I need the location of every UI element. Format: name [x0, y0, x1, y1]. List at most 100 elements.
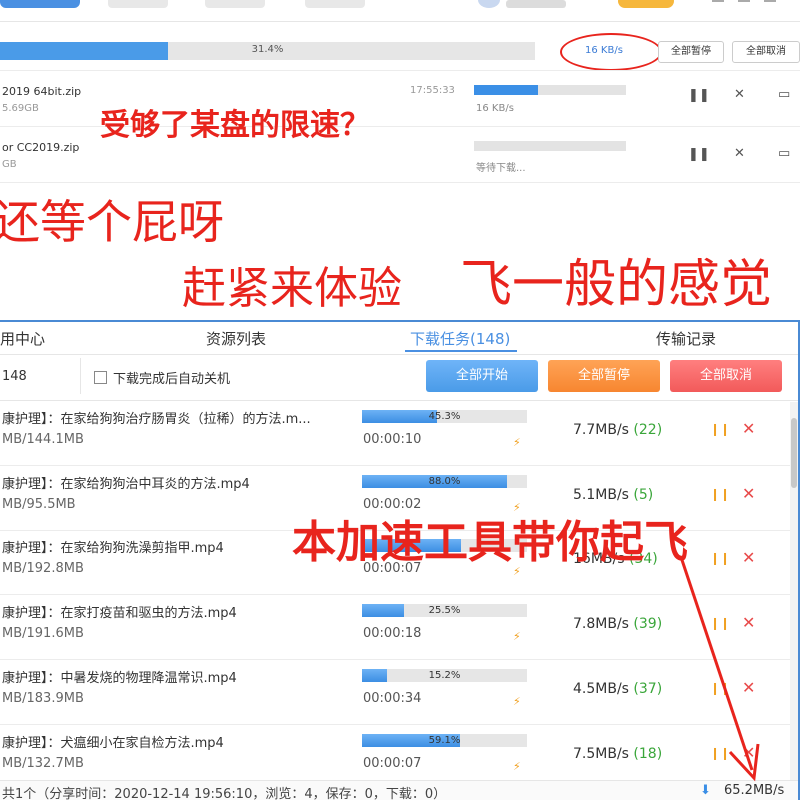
- task-progress-bar: 88.0%: [362, 474, 527, 488]
- task-progress-text: 88.0%: [428, 475, 461, 487]
- file-time: 17:55:33: [410, 85, 455, 96]
- task-speed: 5.1MB/s (5): [573, 487, 653, 503]
- folder-icon[interactable]: ▭: [778, 87, 790, 102]
- task-progress-text: 15.2%: [428, 669, 461, 681]
- task-progress-bar: 45.3%: [362, 410, 527, 423]
- task-title: 康护理】：在家打疫苗和驱虫的方法.mp4: [2, 606, 237, 622]
- pause-icon[interactable]: ❚❚: [688, 147, 710, 162]
- folder-icon[interactable]: ▭: [778, 146, 790, 161]
- pause-all-button[interactable]: 全部暂停: [548, 360, 660, 392]
- task-speed-value: 7.5MB/s: [573, 745, 629, 762]
- username: [506, 0, 566, 8]
- pause-all-button[interactable]: 全部暂停: [658, 41, 724, 63]
- cancel-all-button[interactable]: 全部取消: [732, 41, 800, 63]
- task-progress-text: 59.1%: [428, 734, 461, 746]
- share-info: 共1个（分享时间：2020-12-14 19:56:10，浏览：4，保存：0，下…: [2, 787, 447, 800]
- caption-fly: 飞一般的感觉: [460, 255, 773, 315]
- scrollbar-thumb[interactable]: [791, 418, 797, 488]
- cancel-all-button[interactable]: 全部取消: [670, 360, 782, 392]
- auto-shutdown-checkbox[interactable]: [94, 371, 107, 384]
- close-icon[interactable]: ✕: [734, 146, 745, 161]
- file-status: 等待下载...: [476, 163, 526, 174]
- total-progress-bar: 31.4%: [0, 42, 535, 60]
- task-size: MB/95.5MB: [2, 496, 76, 512]
- task-connections: (39): [633, 616, 663, 633]
- total-progress-text: 31.4%: [251, 44, 284, 55]
- vip-badge[interactable]: [618, 0, 674, 8]
- table-row[interactable]: 康护理】：在家给狗狗治疗肠胃炎（拉稀）的方法.m... MB/144.1MB 45.…: [0, 402, 790, 466]
- file-size: GB: [2, 159, 17, 170]
- task-eta: 00:00:34: [363, 690, 422, 706]
- task-size: MB/191.6MB: [2, 626, 84, 642]
- pause-icon[interactable]: ❙❙: [710, 487, 730, 501]
- task-count: 148: [2, 369, 27, 384]
- divider: [0, 354, 798, 355]
- task-speed-value: 7.7MB/s: [573, 422, 629, 438]
- auto-shutdown-label[interactable]: 下载完成后自动关机: [113, 368, 230, 387]
- task-progress-bar: 25.5%: [362, 604, 527, 618]
- close-x-icon[interactable]: ✕: [742, 419, 755, 438]
- task-speed-value: 7.8MB/s: [573, 616, 629, 633]
- task-title: 康护理】：犬瘟细小在家自检方法.mp4: [2, 735, 224, 751]
- task-title: 康护理】：在家给狗狗洗澡剪指甲.mp4: [2, 541, 224, 557]
- task-speed-value: 5.1MB/s: [573, 486, 629, 503]
- scrollbar[interactable]: [790, 402, 798, 782]
- lightning-icon: ⚡: [513, 759, 521, 773]
- task-speed: 4.5MB/s (37): [573, 681, 662, 697]
- task-size: MB/144.1MB: [2, 432, 84, 447]
- avatar[interactable]: [478, 0, 500, 8]
- file-name: 2019 64bit.zip: [2, 85, 82, 98]
- task-eta: 00:00:07: [363, 755, 422, 771]
- active-tab-indicator[interactable]: [0, 0, 80, 8]
- task-title: 康护理】：在家给狗狗治中耳炎的方法.mp4: [2, 476, 250, 492]
- file-size: 5.69GB: [2, 103, 39, 114]
- nav-tab[interactable]: [108, 0, 168, 8]
- task-speed: 7.5MB/s (18): [573, 746, 662, 762]
- task-connections: (5): [633, 486, 654, 503]
- tab-download-tasks[interactable]: 下载任务(148): [410, 328, 510, 349]
- pause-icon[interactable]: ❚❚: [688, 88, 710, 103]
- close-x-icon[interactable]: ✕: [742, 484, 755, 503]
- pause-icon[interactable]: ❙❙: [710, 422, 730, 436]
- task-speed: 7.7MB/s (22): [573, 422, 662, 438]
- speed-highlight-circle: [560, 33, 662, 71]
- file-name: or CC2019.zip: [2, 141, 80, 154]
- task-eta: 00:00:10: [363, 432, 422, 447]
- task-progress-bar: 15.2%: [362, 668, 527, 682]
- top-nav: [0, 0, 800, 22]
- lightning-icon: ⚡: [513, 694, 521, 708]
- divider: [0, 400, 798, 401]
- task-size: MB/183.9MB: [2, 690, 84, 706]
- task-size: MB/192.8MB: [2, 561, 84, 577]
- task-title: 康护理】：中暑发烧的物理降温常识.mp4: [2, 670, 237, 686]
- nav-tab[interactable]: [305, 0, 365, 8]
- file-progress-bar: [474, 141, 626, 151]
- old-client-panel: 31.4% 16 KB/s 全部暂停 全部取消 2019 64bit.zip 5…: [0, 0, 800, 320]
- lightning-icon: ⚡: [513, 436, 521, 449]
- divider: [0, 182, 800, 183]
- file-progress-bar: [474, 85, 626, 95]
- file-progress-fill: [474, 85, 538, 95]
- start-all-button[interactable]: 全部开始: [426, 360, 538, 392]
- nav-tab[interactable]: [205, 0, 265, 8]
- task-connections: (37): [633, 680, 663, 697]
- task-speed: 7.8MB/s (39): [573, 616, 662, 632]
- task-progress-text: 45.3%: [428, 411, 461, 422]
- tab-transfer-records[interactable]: 传输记录: [656, 328, 716, 349]
- maximize-icon[interactable]: [738, 0, 750, 8]
- minimize-icon[interactable]: [712, 0, 724, 8]
- task-progress-text: 25.5%: [428, 605, 461, 617]
- file-status: 16 KB/s: [476, 103, 514, 114]
- close-window-icon[interactable]: [764, 0, 776, 8]
- tab-app-center[interactable]: 用中心: [0, 328, 45, 349]
- caption-try-now: 赶紧来体验: [182, 263, 402, 314]
- active-tab-underline: [405, 350, 517, 352]
- close-icon[interactable]: ✕: [734, 87, 745, 102]
- download-tool-panel: 用中心 资源列表 下载任务(148) 传输记录 148 下载完成后自动关机 全部…: [0, 320, 800, 800]
- task-connections: (18): [633, 745, 663, 762]
- task-connections: (22): [633, 422, 663, 438]
- task-eta: 00:00:18: [363, 626, 422, 642]
- lightning-icon: ⚡: [513, 630, 521, 644]
- tab-resource-list[interactable]: 资源列表: [206, 328, 266, 349]
- caption-rate-limit: 受够了某盘的限速？: [100, 108, 370, 143]
